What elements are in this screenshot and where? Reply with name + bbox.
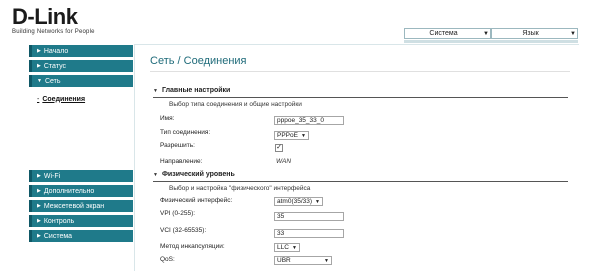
sidebar-item-label: Межсетевой экран	[43, 202, 105, 210]
direction-label: Направление:	[160, 158, 203, 165]
physical-interface-label: Физический интерфейс:	[160, 197, 233, 204]
qos-value: UBR	[277, 257, 291, 264]
logo-wordmark: D-Link	[12, 4, 78, 29]
chevron-down-icon: ▼	[291, 244, 297, 251]
chevron-down-icon: ▼	[315, 198, 320, 205]
enable-checkbox[interactable]: ✓	[275, 144, 283, 152]
direction-value: WAN	[276, 158, 292, 165]
section-general-title: Главные настройки	[161, 87, 231, 94]
sidebar-subitem-connections[interactable]: - Соединения	[29, 90, 133, 108]
sidebar-item-status[interactable]: ▶ Статус	[29, 60, 133, 72]
arrow-down-icon: ▼	[37, 78, 42, 84]
main-panel: Сеть / Соединения ▼ Главные настройки Вы…	[134, 44, 579, 271]
arrow-right-icon: ▶	[37, 173, 41, 179]
connection-type-value: PPPoE	[277, 132, 298, 139]
section-physical-heading: ▼ Физический уровень	[153, 171, 235, 178]
physical-interface-select[interactable]: atm0(35/33) ▼	[274, 197, 323, 206]
enable-label: Разрешить:	[160, 142, 195, 149]
chevron-down-icon: ▼	[300, 132, 306, 139]
sidebar-item-system[interactable]: ▶ Система	[29, 230, 133, 242]
encapsulation-value: LLC	[277, 244, 289, 251]
vpi-label: VPI (0-255):	[160, 210, 196, 217]
language-menu-label: Язык	[522, 30, 539, 37]
sidebar-item-firewall[interactable]: ▶ Межсетевой экран	[29, 200, 133, 212]
dash-icon: -	[37, 95, 40, 103]
page-title: Сеть / Соединения	[150, 55, 247, 67]
sidebar: ▶ Начало ▶ Статус ▼ Сеть - Соединения ▶ …	[29, 45, 133, 245]
top-bar: Система ▼ Язык ▼	[404, 28, 578, 40]
qos-select[interactable]: UBR ▼	[274, 256, 332, 265]
sidebar-item-home[interactable]: ▶ Начало	[29, 45, 133, 57]
section-physical-desc: Выбор и настройка "физического" интерфей…	[169, 185, 311, 192]
sidebar-item-label: Контроль	[43, 217, 75, 225]
sidebar-item-label: Дополнительно	[43, 187, 95, 195]
name-label: Имя:	[160, 115, 175, 122]
arrow-right-icon: ▶	[37, 188, 41, 194]
arrow-right-icon: ▶	[37, 233, 41, 239]
connection-type-select[interactable]: PPPoE ▼	[274, 131, 309, 140]
vci-label: VCI (32-65535):	[160, 227, 207, 234]
sidebar-item-label: Wi-Fi	[43, 172, 61, 180]
vci-input[interactable]: 33	[274, 229, 344, 238]
top-bar-underline	[404, 40, 578, 43]
encapsulation-label: Метод инкапсуляции:	[160, 243, 225, 250]
name-input[interactable]: pppoe_35_33_0	[274, 116, 344, 125]
vpi-input[interactable]: 35	[274, 212, 344, 221]
connection-type-label: Тип соединения:	[160, 129, 211, 136]
logo-tagline: Building Networks for People	[12, 29, 95, 35]
encapsulation-select[interactable]: LLC ▼	[274, 243, 300, 252]
sidebar-item-network[interactable]: ▼ Сеть	[29, 75, 133, 87]
sidebar-subitem-label: Соединения	[42, 95, 86, 103]
physical-interface-value: atm0(35/33)	[277, 198, 313, 205]
arrow-right-icon: ▶	[37, 48, 41, 54]
chevron-down-icon: ▼	[483, 30, 489, 37]
dlink-logo: D-Link Building Networks for People	[12, 4, 122, 36]
arrow-right-icon: ▶	[37, 63, 41, 69]
system-menu[interactable]: Система ▼	[404, 28, 491, 39]
triangle-down-icon: ▼	[153, 171, 158, 178]
sidebar-item-label: Начало	[43, 47, 69, 55]
title-divider	[150, 71, 570, 72]
language-menu[interactable]: Язык ▼	[491, 28, 578, 39]
chevron-down-icon: ▼	[324, 257, 329, 264]
arrow-right-icon: ▶	[37, 203, 41, 209]
section-general-heading: ▼ Главные настройки	[153, 87, 230, 94]
section-general-desc: Выбор типа соединения и общие настройки	[169, 101, 302, 108]
triangle-down-icon: ▼	[153, 87, 158, 94]
sidebar-item-control[interactable]: ▶ Контроль	[29, 215, 133, 227]
sidebar-item-wifi[interactable]: ▶ Wi-Fi	[29, 170, 133, 182]
sidebar-item-label: Система	[43, 232, 73, 240]
section-physical-divider	[153, 181, 568, 182]
arrow-right-icon: ▶	[37, 218, 41, 224]
section-physical-title: Физический уровень	[161, 171, 235, 178]
sidebar-item-label: Статус	[43, 62, 66, 70]
sidebar-item-advanced[interactable]: ▶ Дополнительно	[29, 185, 133, 197]
section-general-divider	[153, 97, 568, 98]
system-menu-label: Система	[429, 30, 458, 37]
sidebar-item-label: Сеть	[44, 77, 61, 85]
qos-label: QoS:	[160, 256, 175, 263]
chevron-down-icon: ▼	[570, 30, 576, 37]
